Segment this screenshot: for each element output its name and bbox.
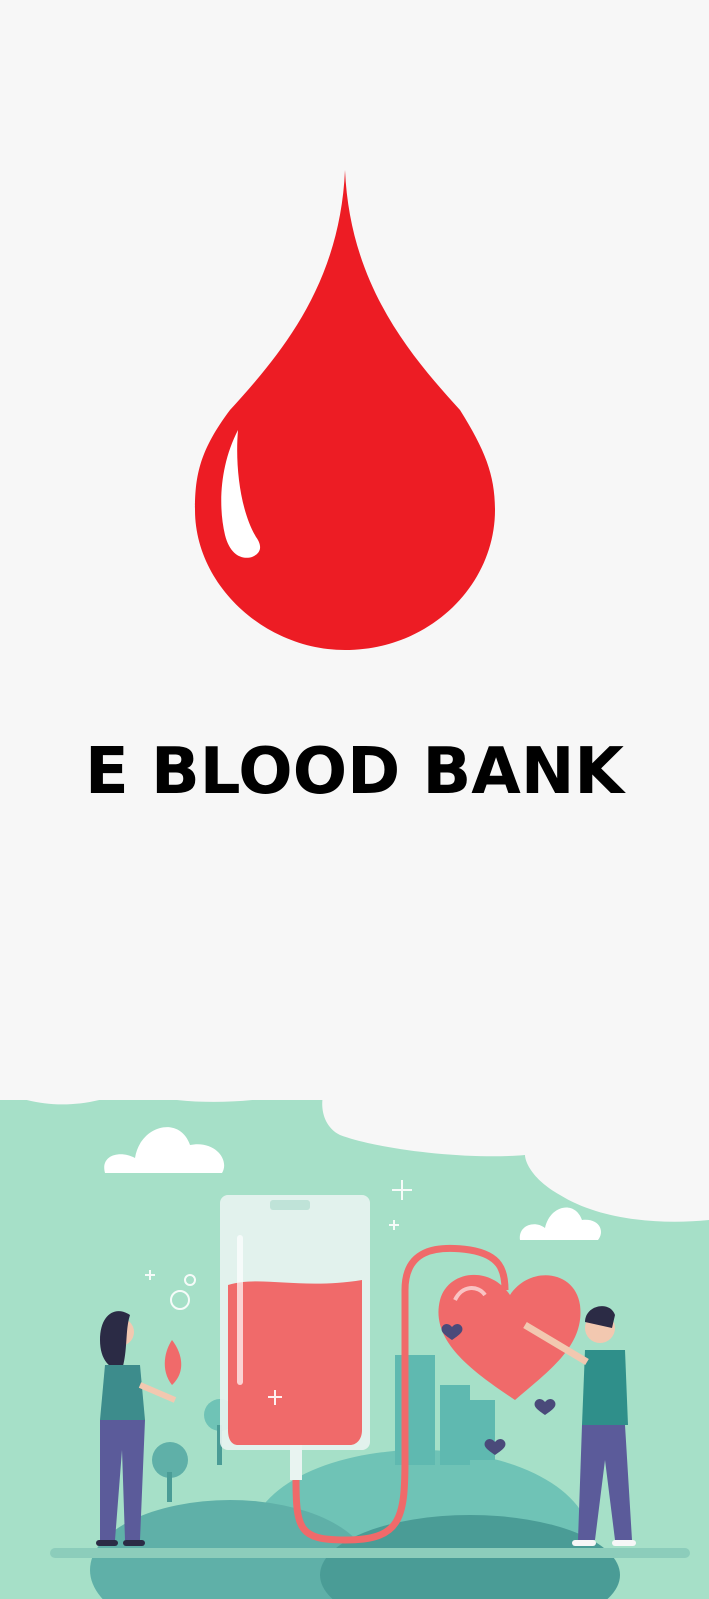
app-title: E BLOOD BANK — [85, 735, 624, 809]
blood-donation-illustration — [0, 1100, 709, 1599]
blood-bag — [220, 1195, 370, 1480]
blood-drop-logo — [190, 165, 510, 665]
splash-screen: E BLOOD BANK — [0, 0, 709, 1599]
donation-scene — [0, 1100, 709, 1599]
blood-drop-icon — [195, 170, 495, 650]
